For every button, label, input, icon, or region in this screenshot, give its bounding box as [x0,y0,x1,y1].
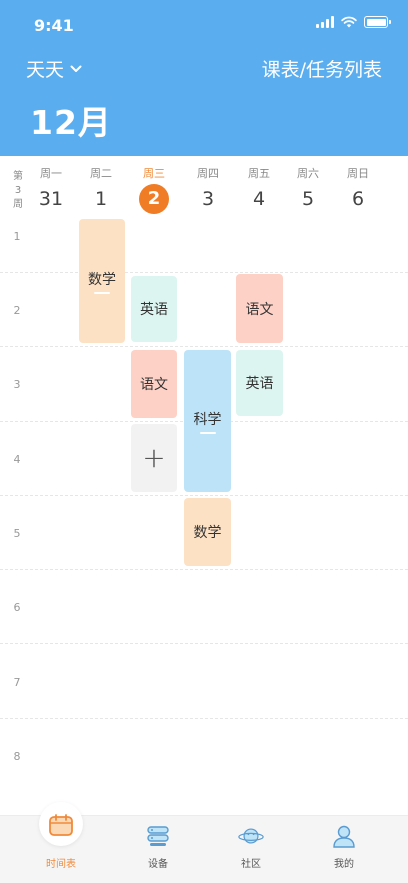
header: 9:41 天天 课表/任务列表 12月 [0,0,408,156]
signal-icon [316,16,334,28]
row-divider [0,346,408,347]
day-name: 周日 [347,167,369,180]
status-icons [316,16,391,28]
period-number: 6 [13,601,21,614]
plus-icon: + [142,441,166,474]
status-bar: 9:41 [0,0,408,50]
timetable-grid: 1 2 3 4 5 6 7 8 数学 英语 语文 语文 英语 科学 数学 + [0,198,408,815]
row-divider [0,643,408,644]
day-name: 周六 [297,167,319,180]
bottom-tab-bar: 时间表 设备 社区 我的 [0,802,408,883]
tab-devices[interactable]: 设备 [107,816,209,883]
course-math-tue[interactable]: 数学 [79,219,125,343]
row-divider [0,272,408,273]
course-math-thu[interactable]: 数学 [184,498,231,566]
tab-label: 社区 [241,859,261,870]
tab-label: 我的 [334,859,354,870]
course-chinese-wed[interactable]: 语文 [131,350,177,418]
course-name: 数学 [88,271,116,288]
course-name: 语文 [245,301,274,318]
user-switcher[interactable]: 天天 [26,55,82,82]
period-number: 2 [13,304,21,317]
tab-community[interactable]: 社区 [200,816,302,883]
period-number: 3 [13,378,21,391]
tab-label: 设备 [148,859,168,870]
wifi-icon [341,16,357,28]
course-english-wed[interactable]: 英语 [131,276,177,342]
row-divider [0,569,408,570]
month-title: 12月 [30,103,112,142]
add-course-button[interactable]: + [131,424,177,492]
user-name: 天天 [26,59,65,81]
planet-icon [238,828,264,844]
status-time: 9:41 [34,16,74,35]
current-indicator [199,431,216,434]
period-number: 8 [13,750,21,763]
course-name: 英语 [245,376,274,392]
course-chinese-fri[interactable]: 语文 [236,274,283,343]
period-number: 4 [13,453,21,466]
day-name: 周二 [90,167,112,180]
day-name: 周四 [197,167,219,180]
current-indicator [94,291,110,294]
tab-profile[interactable]: 我的 [293,816,395,883]
day-name: 周三 [143,167,165,180]
course-english-fri[interactable]: 英语 [236,350,283,416]
period-number: 1 [13,230,21,243]
tab-timetable[interactable]: 时间表 [10,802,112,883]
course-name: 科学 [193,411,222,428]
schedule-task-list-link[interactable]: 课表/任务列表 [262,55,382,82]
period-number: 7 [13,676,21,689]
day-name: 周一 [40,167,62,180]
calendar-icon [49,814,73,836]
course-name: 语文 [140,377,168,393]
course-science-thu[interactable]: 科学 [184,350,231,492]
row-divider [0,495,408,496]
tab-label: 时间表 [46,859,76,870]
day-name: 周五 [248,167,270,180]
course-name: 英语 [140,302,168,318]
row-divider [0,718,408,719]
device-icon [147,826,169,846]
course-name: 数学 [193,525,222,541]
period-number: 5 [13,527,21,540]
chevron-down-icon [70,65,82,72]
battery-icon [364,16,391,28]
user-icon [333,825,355,848]
